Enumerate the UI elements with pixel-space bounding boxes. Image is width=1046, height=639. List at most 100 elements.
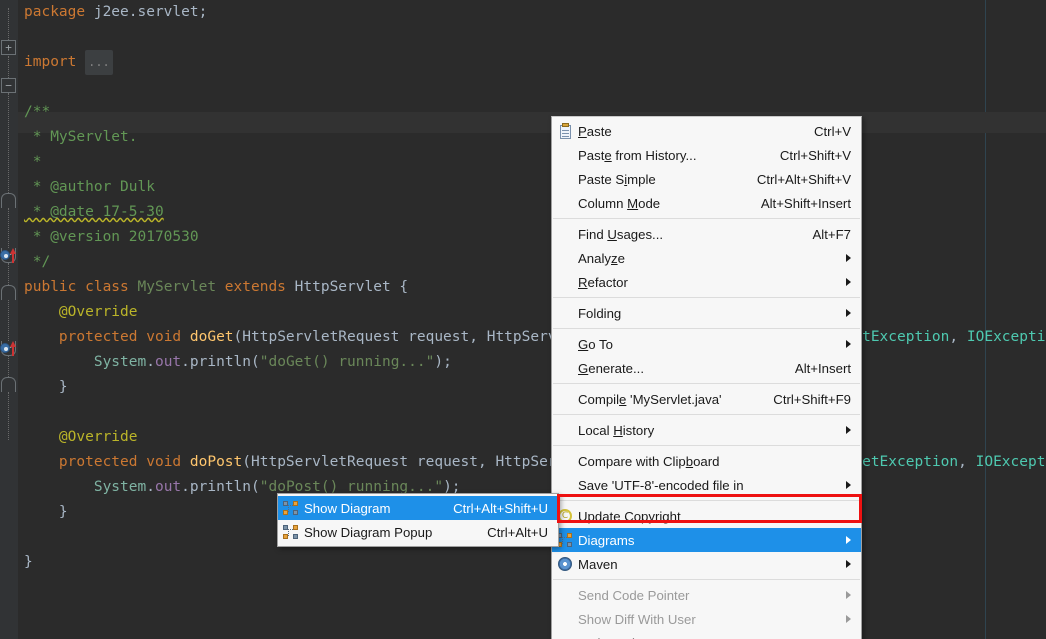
- submenu-item-show-diagram[interactable]: Show Diagram Ctrl+Alt+Shift+U: [278, 496, 558, 520]
- code-token: }: [24, 554, 33, 570]
- editor-context-menu[interactable]: Paste Ctrl+V Paste from History... Ctrl+Shi…: [551, 116, 862, 639]
- code-token: {: [390, 279, 409, 295]
- code-token: ,: [949, 329, 967, 345]
- menu-item-label: Analyze: [578, 250, 625, 266]
- menu-item-shortcut: Alt+Insert: [794, 360, 851, 376]
- submenu-chevron-icon: [846, 309, 851, 317]
- submenu-chevron-icon: [846, 560, 851, 568]
- menu-item-compile-myservlet-java[interactable]: Compile 'MyServlet.java' Ctrl+Shift+F9: [552, 387, 861, 411]
- code-token: .: [146, 354, 155, 370]
- fold-handle-javadoc[interactable]: [1, 78, 16, 93]
- code-token: IOException: [975, 454, 1046, 470]
- menu-item-label: Find Usages...: [578, 226, 664, 242]
- submenu-chevron-icon: [846, 615, 851, 623]
- menu-separator: [553, 297, 860, 298]
- screen: package j2ee.servlet; import ... /** * M…: [0, 0, 1046, 639]
- code-token: IOException: [966, 329, 1046, 345]
- menu-item-find-usages[interactable]: Find Usages... Alt+F7: [552, 222, 861, 246]
- code-token: void: [146, 454, 190, 470]
- code-token: .println(: [181, 479, 260, 495]
- fold-placeholder[interactable]: ...: [85, 50, 113, 75]
- code-line: package j2ee.servlet;: [18, 0, 1046, 25]
- submenu-chevron-icon: [846, 340, 851, 348]
- menu-item-paste-simple[interactable]: Paste Simple Ctrl+Alt+Shift+V: [552, 167, 861, 191]
- menu-item-compare-with-clipboard[interactable]: Compare with Clipboard: [552, 449, 861, 473]
- code-token: j2ee.servlet;: [93, 4, 208, 20]
- code-line: protected void doPost(HttpServletRequest…: [18, 450, 1046, 475]
- menu-item-label: Send Code Pointer: [578, 587, 690, 603]
- menu-item-go-to[interactable]: Go To: [552, 332, 861, 356]
- diagram-icon: [278, 497, 304, 519]
- submenu-chevron-icon: [846, 278, 851, 286]
- menu-item-label: Paste from History...: [578, 147, 697, 163]
- code-token: class: [85, 279, 138, 295]
- menu-icon-empty: [552, 632, 578, 639]
- code-line: * @date 17-5-30: [18, 200, 1046, 225]
- override-dot-icon: [0, 343, 10, 353]
- menu-item-diagrams[interactable]: Diagrams: [552, 528, 861, 552]
- submenu-item-label: Show Diagram: [304, 500, 391, 516]
- menu-item-local-history[interactable]: Local History: [552, 418, 861, 442]
- code-token: extends: [216, 279, 295, 295]
- submenu-item-show-diagram-popup[interactable]: Show Diagram Popup Ctrl+Alt+U: [278, 520, 558, 544]
- fold-handle-doget-end[interactable]: [1, 285, 16, 300]
- fold-handle-dopost-end[interactable]: [1, 377, 16, 392]
- menu-item-column-mode[interactable]: Column Mode Alt+Shift+Insert: [552, 191, 861, 215]
- fold-rail-between: [8, 300, 9, 341]
- code-token: "doGet() running...": [259, 354, 435, 370]
- clipboard-icon: [552, 120, 578, 142]
- menu-separator: [553, 500, 860, 501]
- override-dot-icon: [0, 250, 10, 260]
- code-token: .println(: [181, 354, 260, 370]
- menu-item-refactor[interactable]: Refactor: [552, 270, 861, 294]
- code-token: @Override: [58, 304, 138, 320]
- menu-item-shortcut: Alt+Shift+Insert: [760, 195, 851, 211]
- fold-rail-dopost: [8, 356, 9, 377]
- fold-handle-import[interactable]: [1, 40, 16, 55]
- override-marker-dopost[interactable]: [0, 341, 18, 357]
- menu-item-label: Show Diff With User: [578, 611, 696, 627]
- fold-handle-javadoc-end[interactable]: [1, 193, 16, 208]
- menu-icon-empty: [552, 223, 578, 245]
- menu-item-save-utf-8-encoded-file-in[interactable]: Save 'UTF-8'-encoded file in: [552, 473, 861, 497]
- code-line: @Override: [18, 425, 1046, 450]
- menu-icon-empty: [552, 388, 578, 410]
- menu-item-label: Go To: [578, 336, 613, 352]
- menu-icon-empty: [552, 333, 578, 355]
- code-token: out: [154, 479, 182, 495]
- menu-item-label: Diagrams: [578, 532, 635, 548]
- menu-separator: [553, 383, 860, 384]
- menu-icon-empty: [552, 247, 578, 269]
- menu-item-webservices[interactable]: WebServices: [552, 631, 861, 639]
- code-token: ,: [958, 454, 976, 470]
- menu-icon-empty: [552, 144, 578, 166]
- code-line: */: [18, 250, 1046, 275]
- menu-item-paste-from-history[interactable]: Paste from History... Ctrl+Shift+V: [552, 143, 861, 167]
- code-line: * @version 20170530: [18, 225, 1046, 250]
- menu-item-generate[interactable]: Generate... Alt+Insert: [552, 356, 861, 380]
- menu-item-maven[interactable]: Maven: [552, 552, 861, 576]
- menu-item-paste[interactable]: Paste Ctrl+V: [552, 119, 861, 143]
- override-arrow-stem: [12, 346, 14, 356]
- menu-item-label: Compare with Clipboard: [578, 453, 720, 469]
- override-marker-doget[interactable]: [0, 248, 18, 264]
- code-token: protected: [58, 454, 147, 470]
- code-token: MyServlet: [137, 279, 217, 295]
- menu-item-label: Column Mode: [578, 195, 661, 211]
- diagram-icon: [278, 521, 304, 543]
- menu-item-analyze[interactable]: Analyze: [552, 246, 861, 270]
- menu-icon-empty: [552, 168, 578, 190]
- submenu-chevron-icon: [846, 426, 851, 434]
- menu-item-label: Generate...: [578, 360, 644, 376]
- menu-item-folding[interactable]: Folding: [552, 301, 861, 325]
- menu-item-update-copyright[interactable]: C Update Copyright: [552, 504, 861, 528]
- diagrams-submenu[interactable]: Show Diagram Ctrl+Alt+Shift+U Show Diagram…: [277, 493, 559, 547]
- editor-gutter[interactable]: [0, 0, 18, 639]
- menu-item-send-code-pointer: Send Code Pointer: [552, 583, 861, 607]
- code-line: public class MyServlet extends HttpServl…: [18, 275, 1046, 300]
- code-token: }: [58, 504, 68, 520]
- fold-rail-top: [8, 8, 9, 40]
- code-token: public: [24, 279, 86, 295]
- code-token: */: [24, 254, 51, 270]
